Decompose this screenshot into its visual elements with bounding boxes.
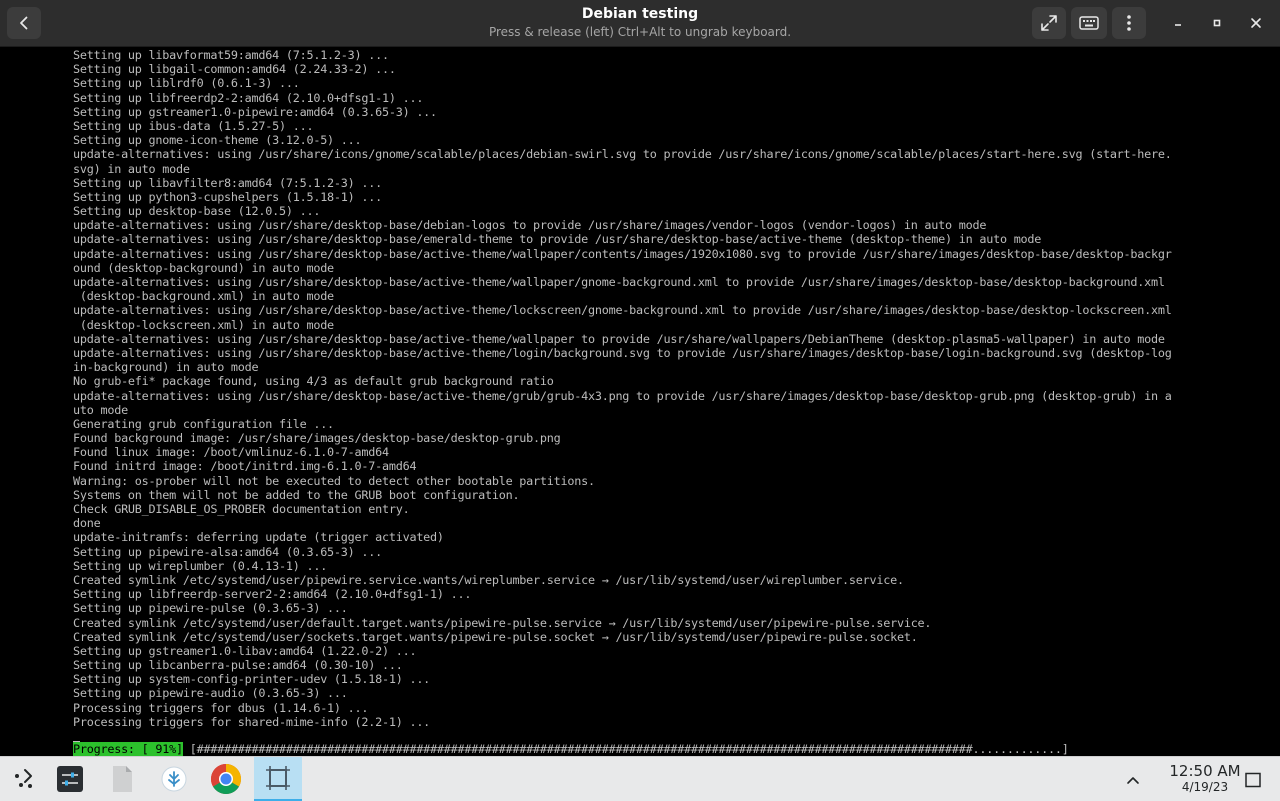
console-line: Created symlink /etc/systemd/user/pipewi… — [73, 572, 904, 587]
console-line: Setting up libavfilter8:amd64 (7:5.1.2-3… — [73, 175, 382, 190]
show-desktop-button[interactable] — [1242, 769, 1264, 791]
chevron-up-icon — [1127, 777, 1139, 784]
keyboard-icon — [1079, 16, 1099, 30]
console-line: Setting up libgail-common:amd64 (2.24.33… — [73, 62, 396, 77]
window-title: Debian testing — [581, 6, 699, 22]
console-line: ound (desktop-background) in auto mode — [73, 260, 334, 275]
window-titlebar: Debian testing Press & release (left) Ct… — [0, 0, 1280, 47]
fullscreen-button[interactable] — [1032, 7, 1066, 39]
title-area: Debian testing Press & release (left) Ct… — [340, 5, 940, 40]
console-line: Setting up ibus-data (1.5.27-5) ... — [73, 118, 314, 133]
console-line: Setting up desktop-base (12.0.5) ... — [73, 204, 321, 219]
progress-label: Progress: [ 91%] — [73, 742, 183, 756]
console-line: Generating grub configuration file ... — [73, 416, 334, 431]
console-line: Setting up libfreerdp2-2:amd64 (2.10.0+d… — [73, 90, 424, 105]
console-line: Setting up wireplumber (0.4.13-1) ... — [73, 558, 328, 573]
console-line: update-alternatives: using /usr/share/de… — [73, 388, 1172, 403]
keyboard-button[interactable] — [1071, 7, 1107, 39]
console-line: update-initramfs: deferring update (trig… — [73, 530, 444, 545]
console-line: Warning: os-prober will not be executed … — [73, 473, 595, 488]
app-launcher-icon — [15, 769, 32, 788]
system-settings-button[interactable] — [46, 757, 94, 801]
progress-bar-text: [#######################################… — [182, 742, 1069, 756]
files-button[interactable] — [98, 757, 146, 801]
console-line: Processing triggers for shared-mime-info… — [73, 714, 431, 729]
console-line: Setting up gnome-icon-theme (3.12.0-5) .… — [73, 133, 362, 148]
console-line: done — [73, 516, 101, 531]
console-line: update-alternatives: using /usr/share/de… — [73, 232, 1042, 247]
console-line: update-alternatives: using /usr/share/de… — [73, 275, 1165, 289]
console-line: update-alternatives: using /usr/share/de… — [73, 345, 1172, 360]
close-button[interactable] — [1244, 11, 1268, 35]
console-line: Setting up gstreamer1.0-libav:amd64 (1.2… — [73, 643, 417, 658]
console-line: Setting up libavformat59:amd64 (7:5.1.2-… — [73, 48, 389, 62]
console-line: Setting up liblrdf0 (0.6.1-3) ... — [73, 76, 300, 91]
app-launcher-button[interactable] — [0, 757, 48, 801]
kebab-menu-icon — [1127, 15, 1131, 31]
console-output: Setting up libavformat59:amd64 (7:5.1.2-… — [73, 48, 1172, 729]
console-line: Setting up libcanberra-pulse:amd64 (0.30… — [73, 658, 403, 673]
console-line: (desktop-lockscreen.xml) in auto mode — [73, 317, 334, 332]
discover-button[interactable] — [150, 757, 198, 801]
remote-desktop-icon — [266, 766, 290, 790]
maximize-button[interactable] — [1205, 11, 1229, 35]
vm-console[interactable]: Setting up libavformat59:amd64 (7:5.1.2-… — [0, 47, 1280, 756]
close-icon — [1251, 18, 1261, 28]
console-line: (desktop-background.xml) in auto mode — [73, 289, 334, 304]
console-line: uto mode — [73, 402, 128, 417]
file-icon — [113, 766, 132, 792]
window-subtitle: Press & release (left) Ctrl+Alt to ungra… — [488, 25, 792, 39]
console-line: update-alternatives: using /usr/share/de… — [73, 303, 1172, 318]
console-line: Found linux image: /boot/vmlinuz-6.1.0-7… — [73, 445, 389, 460]
console-line: Setting up pipewire-alsa:amd64 (0.3.65-3… — [73, 544, 382, 559]
system-tray-toggle[interactable] — [1122, 769, 1144, 791]
console-line: Setting up system-config-printer-udev (1… — [73, 672, 431, 687]
console-line: Setting up gstreamer1.0-pipewire:amd64 (… — [73, 104, 437, 119]
show-desktop-icon — [1245, 772, 1261, 788]
remote-desktop-button[interactable] — [254, 757, 302, 801]
discover-icon — [161, 766, 187, 792]
chrome-icon — [210, 764, 242, 795]
console-line: update-alternatives: using /usr/share/de… — [73, 331, 1165, 346]
chrome-button[interactable] — [202, 757, 250, 801]
console-line: Setting up python3-cupshelpers (1.5.18-1… — [73, 189, 382, 204]
console-line: Setting up libfreerdp-server2-2:amd64 (2… — [73, 587, 472, 602]
console-line: No grub-efi* package found, using 4/3 as… — [73, 374, 554, 389]
minimize-button[interactable] — [1166, 11, 1190, 35]
settings-sliders-icon — [57, 766, 83, 792]
taskbar: 12:50 AM 4/19/23 — [0, 756, 1280, 801]
console-line: Setting up pipewire-audio (0.3.65-3) ... — [73, 686, 348, 701]
console-line: update-alternatives: using /usr/share/de… — [73, 246, 1172, 261]
console-line: Created symlink /etc/systemd/user/defaul… — [73, 615, 932, 630]
console-line: update-alternatives: using /usr/share/de… — [73, 218, 987, 233]
console-line: Created symlink /etc/systemd/user/socket… — [73, 629, 918, 644]
console-line: Setting up pipewire-pulse (0.3.65-3) ... — [73, 601, 348, 616]
console-line: svg) in auto mode — [73, 161, 190, 176]
console-line: Found background image: /usr/share/image… — [73, 431, 561, 446]
console-line: Found initrd image: /boot/initrd.img-6.1… — [73, 459, 417, 474]
console-line: Check GRUB_DISABLE_OS_PROBER documentati… — [73, 502, 410, 516]
console-line: Processing triggers for dbus (1.14.6-1) … — [73, 700, 369, 715]
fullscreen-icon — [1041, 15, 1057, 31]
back-arrow-icon — [20, 16, 28, 30]
menu-button[interactable] — [1112, 7, 1146, 39]
progress-line: Progress: [ 91%] [######################… — [73, 742, 1069, 756]
console-line: in-background) in auto mode — [73, 360, 259, 375]
minimize-icon — [1175, 24, 1181, 26]
console-line: Systems on them will not be added to the… — [73, 487, 520, 502]
console-line: update-alternatives: using /usr/share/ic… — [73, 147, 1172, 162]
back-button[interactable] — [7, 7, 41, 39]
maximize-icon — [1213, 19, 1221, 27]
